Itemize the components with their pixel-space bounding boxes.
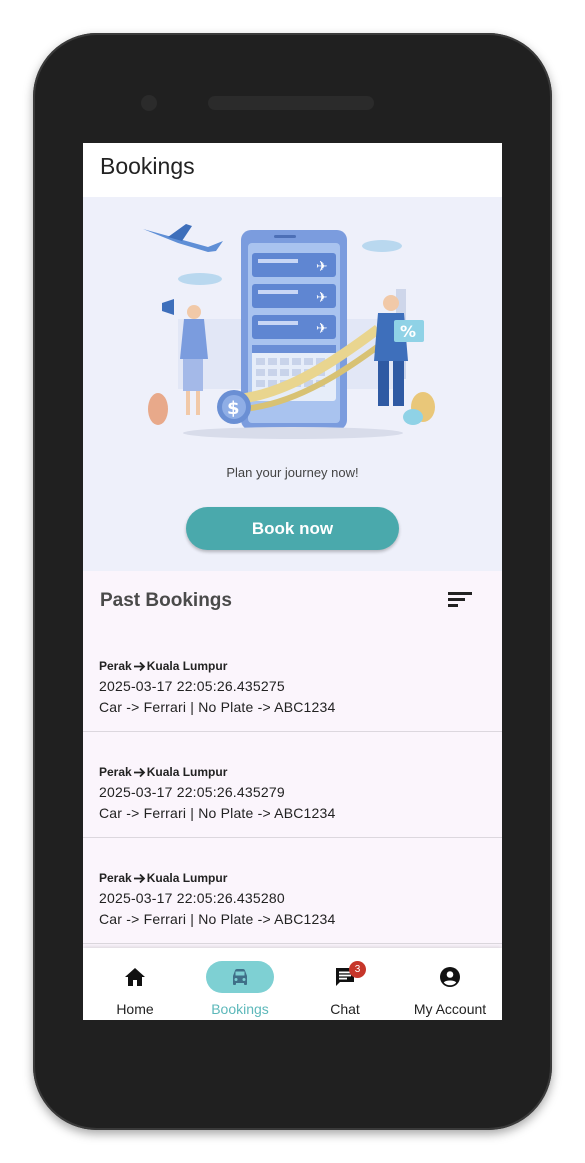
svg-text:✈: ✈ (316, 290, 328, 306)
nav-item-bookings[interactable]: Bookings (188, 948, 292, 1020)
route-label: Perak Kuala Lumpur (99, 765, 227, 779)
booking-datetime: 2025-03-17 22:05:26.435280 (99, 890, 285, 906)
arrow-right-icon (133, 661, 145, 671)
route-from: Perak (99, 765, 132, 779)
nav-item-my-account[interactable]: My Account (398, 948, 502, 1020)
list-item[interactable]: Perak Kuala Lumpur 2025-03-17 22:05:26.4… (83, 838, 502, 944)
nav-icon-container (101, 961, 169, 993)
list-item[interactable]: Perak Kuala Lumpur 2025-03-17 22:05:26.4… (83, 626, 502, 732)
booking-details: Car -> Ferrari | No Plate -> ABC1234 (99, 911, 336, 927)
tagline-text: Plan your journey now! (226, 465, 359, 480)
arrow-right-icon (133, 767, 145, 777)
svg-text:✈: ✈ (316, 321, 328, 337)
svg-text:%: % (400, 322, 416, 341)
booking-details: Car -> Ferrari | No Plate -> ABC1234 (99, 699, 336, 715)
home-icon (125, 968, 145, 986)
hero-banner: ✈ ✈ ✈ $ % Plan your journey now! Book no… (83, 197, 502, 571)
nav-label-my-account: My Account (413, 1001, 487, 1017)
bookings-list: Perak Kuala Lumpur 2025-03-17 22:05:26.4… (83, 626, 502, 944)
book-now-button[interactable]: Book now (186, 507, 399, 550)
booking-datetime: 2025-03-17 22:05:26.435275 (99, 678, 285, 694)
nav-label-chat: Chat (330, 1001, 360, 1017)
list-item[interactable]: Perak Kuala Lumpur 2025-03-17 22:05:26.4… (83, 732, 502, 838)
route-to: Kuala Lumpur (146, 871, 228, 885)
camera-dot (141, 95, 157, 111)
past-bookings-title: Past Bookings (100, 590, 232, 611)
page-title: Bookings (100, 153, 195, 179)
booking-details: Car -> Ferrari | No Plate -> ABC1234 (99, 805, 336, 821)
bottom-navigation: Home Bookings 3 Chat My Account (83, 948, 502, 1020)
route-to: Kuala Lumpur (146, 765, 228, 779)
nav-item-home[interactable]: Home (83, 948, 187, 1020)
nav-icon-container (311, 961, 379, 993)
nav-icon-container (416, 961, 484, 993)
booking-datetime: 2025-03-17 22:05:26.435279 (99, 784, 285, 800)
route-from: Perak (99, 871, 132, 885)
nav-icon-container-active (206, 961, 274, 993)
app-screen: Bookings ✈ ✈ ✈ $ % Plan your journey now… (83, 143, 502, 1020)
nav-label-home: Home (116, 1001, 154, 1017)
route-label: Perak Kuala Lumpur (99, 871, 227, 885)
travel-illustration: ✈ ✈ ✈ $ % (143, 224, 435, 439)
route-to: Kuala Lumpur (146, 659, 228, 673)
speaker-grille (208, 96, 374, 110)
nav-label-bookings: Bookings (211, 1001, 269, 1017)
sort-icon[interactable] (445, 589, 475, 611)
account-icon (440, 967, 460, 987)
route-from: Perak (99, 659, 132, 673)
svg-text:$: $ (227, 398, 240, 419)
nav-item-chat[interactable]: 3 Chat (293, 948, 397, 1020)
svg-text:✈: ✈ (316, 259, 328, 275)
chat-unread-badge: 3 (349, 961, 366, 978)
car-icon (233, 969, 247, 985)
arrow-right-icon (133, 873, 145, 883)
route-label: Perak Kuala Lumpur (99, 659, 227, 673)
app-bar: Bookings (83, 143, 502, 197)
